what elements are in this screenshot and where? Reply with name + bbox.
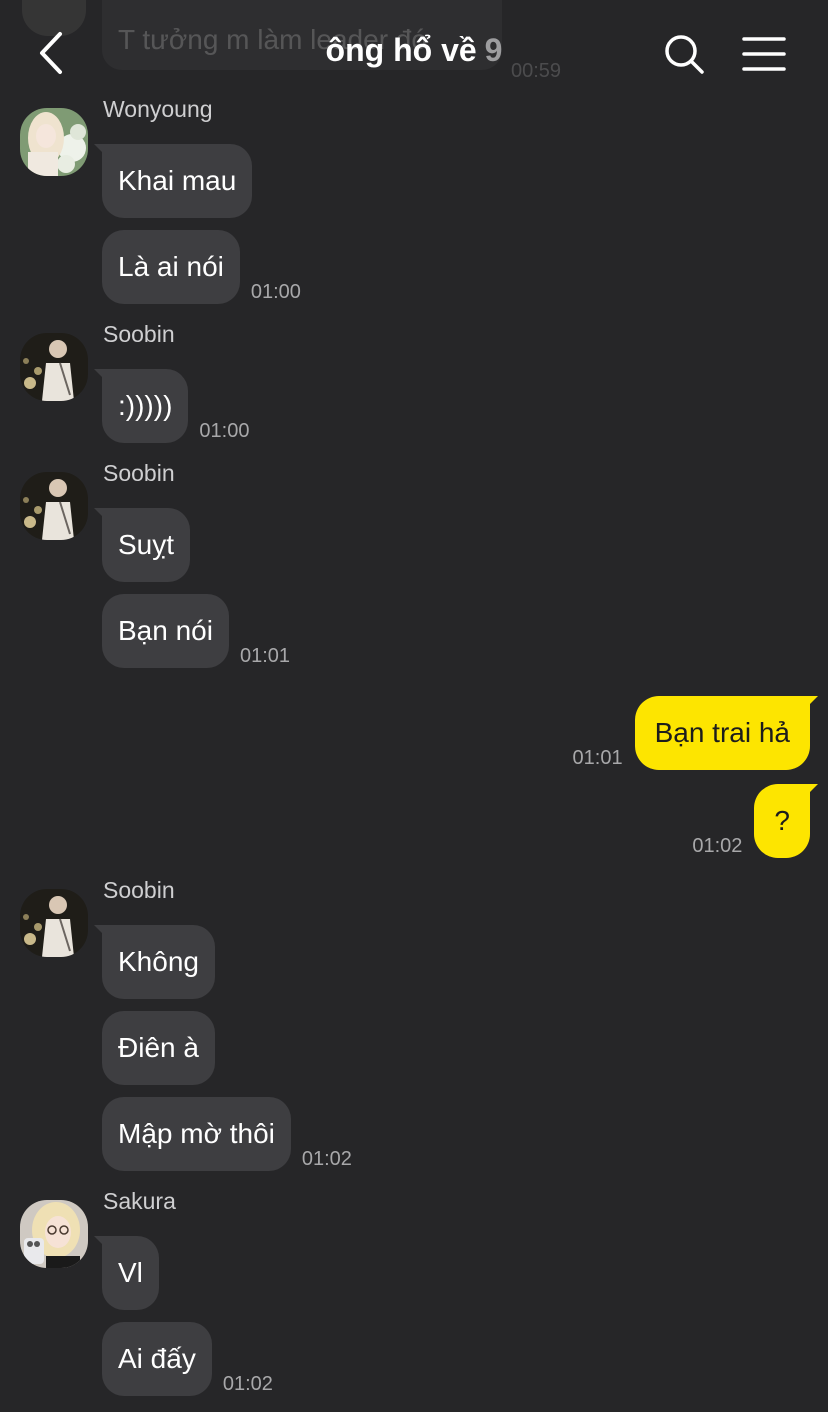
avatar-photo-night — [20, 889, 88, 957]
message-row: Vl — [102, 1236, 159, 1310]
my-message-row: 01:01 Bạn trai hả — [573, 696, 810, 770]
my-message-bubble[interactable]: ? — [754, 784, 810, 858]
message-bubble[interactable]: Ai đấy — [102, 1322, 212, 1396]
message-bubble[interactable]: Bạn nói — [102, 594, 229, 668]
message-bubble[interactable]: Suỵt — [102, 508, 191, 582]
sender-name: Soobin — [103, 321, 175, 347]
avatar-photo-selfie — [20, 1200, 88, 1268]
avatar[interactable] — [20, 108, 88, 176]
message-bubble[interactable]: Điên à — [102, 1011, 215, 1085]
message-row: Khai mau — [102, 144, 253, 218]
search-icon — [665, 35, 704, 74]
chat-header: ông hổ về 9 — [0, 0, 828, 100]
message-row: Không — [102, 925, 215, 999]
avatar-photo-flowers — [20, 108, 88, 176]
message-time: 01:00 — [250, 281, 301, 303]
message-row: Điên à — [102, 1011, 215, 1085]
message-time: 01:00 — [199, 420, 250, 442]
avatar-photo-night — [20, 472, 88, 540]
sender-name: Soobin — [103, 460, 175, 486]
message-time: 01:02 — [692, 835, 743, 857]
avatar[interactable] — [20, 1200, 88, 1268]
message-row: Suỵt — [102, 508, 191, 582]
message-bubble[interactable]: Không — [102, 925, 215, 999]
my-message-row: 01:02 ? — [692, 784, 810, 858]
menu-icon — [742, 37, 786, 71]
message-time: 01:01 — [572, 747, 623, 769]
message-time: 01:01 — [239, 645, 291, 667]
menu-button[interactable] — [742, 36, 786, 72]
sender-name: Wonyoung — [103, 96, 213, 122]
message-row: Bạn nói 01:01 — [102, 594, 290, 668]
message-bubble[interactable]: Là ai nói — [102, 230, 240, 304]
sender-name: Sakura — [103, 1188, 176, 1214]
message-row: :))))) 01:00 — [102, 369, 249, 443]
message-bubble[interactable]: Khai mau — [102, 144, 253, 218]
sender-name: Soobin — [103, 877, 175, 903]
member-count: 9 — [484, 32, 503, 68]
chat-name: ông hổ về — [325, 32, 477, 68]
message-time: 01:02 — [222, 1373, 273, 1395]
message-bubble[interactable]: Mập mờ thôi — [102, 1097, 291, 1171]
message-row: Mập mờ thôi 01:02 — [102, 1097, 352, 1171]
message-time: 01:02 — [301, 1148, 352, 1170]
message-bubble[interactable]: Vl — [102, 1236, 159, 1310]
message-row: Ai đấy 01:02 — [102, 1322, 273, 1396]
avatar[interactable] — [20, 889, 88, 957]
avatar[interactable] — [20, 333, 88, 401]
avatar-photo-night — [20, 333, 88, 401]
search-button[interactable] — [662, 32, 706, 76]
avatar[interactable] — [20, 472, 88, 540]
message-bubble[interactable]: :))))) — [102, 369, 189, 443]
my-message-bubble[interactable]: Bạn trai hả — [634, 696, 810, 770]
message-row: Là ai nói 01:00 — [102, 230, 301, 304]
chat-screen: T tưởng m làm leader đó 00:59 ông hổ về 9 — [0, 0, 828, 1412]
